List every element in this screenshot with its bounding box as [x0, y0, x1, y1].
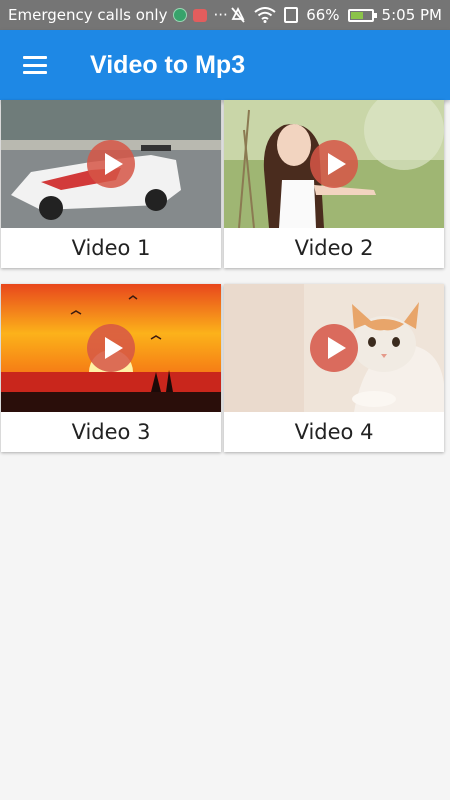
- video-card-2[interactable]: Video 2: [224, 100, 444, 268]
- video-label-3: Video 3: [71, 420, 151, 444]
- play-icon: [327, 153, 346, 175]
- play-button-2[interactable]: [310, 140, 358, 188]
- video-thumbnail-2[interactable]: [224, 100, 444, 228]
- video-thumbnail-4[interactable]: [224, 284, 444, 412]
- status-bar: Emergency calls only ··· 66% 5:05 PM: [0, 0, 450, 30]
- more-notifications: ···: [213, 6, 228, 24]
- battery-fill: [350, 11, 364, 19]
- video-label-4: Video 4: [294, 420, 374, 444]
- play-icon: [104, 337, 123, 359]
- battery-percent: 66%: [306, 6, 340, 24]
- play-button-3[interactable]: [87, 324, 135, 372]
- carrier-status: Emergency calls only: [8, 6, 168, 24]
- clock: 5:05 PM: [381, 6, 442, 24]
- app-bar: Video to Mp3: [0, 30, 450, 100]
- video-label-1: Video 1: [71, 236, 151, 260]
- battery-icon: [347, 8, 377, 22]
- play-icon: [327, 337, 346, 359]
- wifi-icon: [254, 7, 276, 23]
- message-icon: [193, 8, 208, 22]
- menu-button[interactable]: [0, 30, 70, 100]
- video-card-3[interactable]: Video 3: [1, 284, 221, 452]
- video-thumbnail-3[interactable]: [1, 284, 221, 412]
- play-button-4[interactable]: [310, 324, 358, 372]
- video-grid: Video 1 Video 2 Video 3 Video 4: [0, 100, 450, 452]
- video-card-4[interactable]: Video 4: [224, 284, 444, 452]
- play-button-1[interactable]: [87, 140, 135, 188]
- hamburger-menu-icon: [23, 56, 47, 74]
- video-label-2: Video 2: [294, 236, 374, 260]
- video-card-1[interactable]: Video 1: [1, 100, 221, 268]
- play-icon: [104, 153, 123, 175]
- sim-icon: [284, 7, 299, 23]
- globe-icon: [173, 8, 188, 22]
- mute-icon: [231, 6, 245, 23]
- app-title: Video to Mp3: [90, 50, 246, 79]
- video-thumbnail-1[interactable]: [1, 100, 221, 228]
